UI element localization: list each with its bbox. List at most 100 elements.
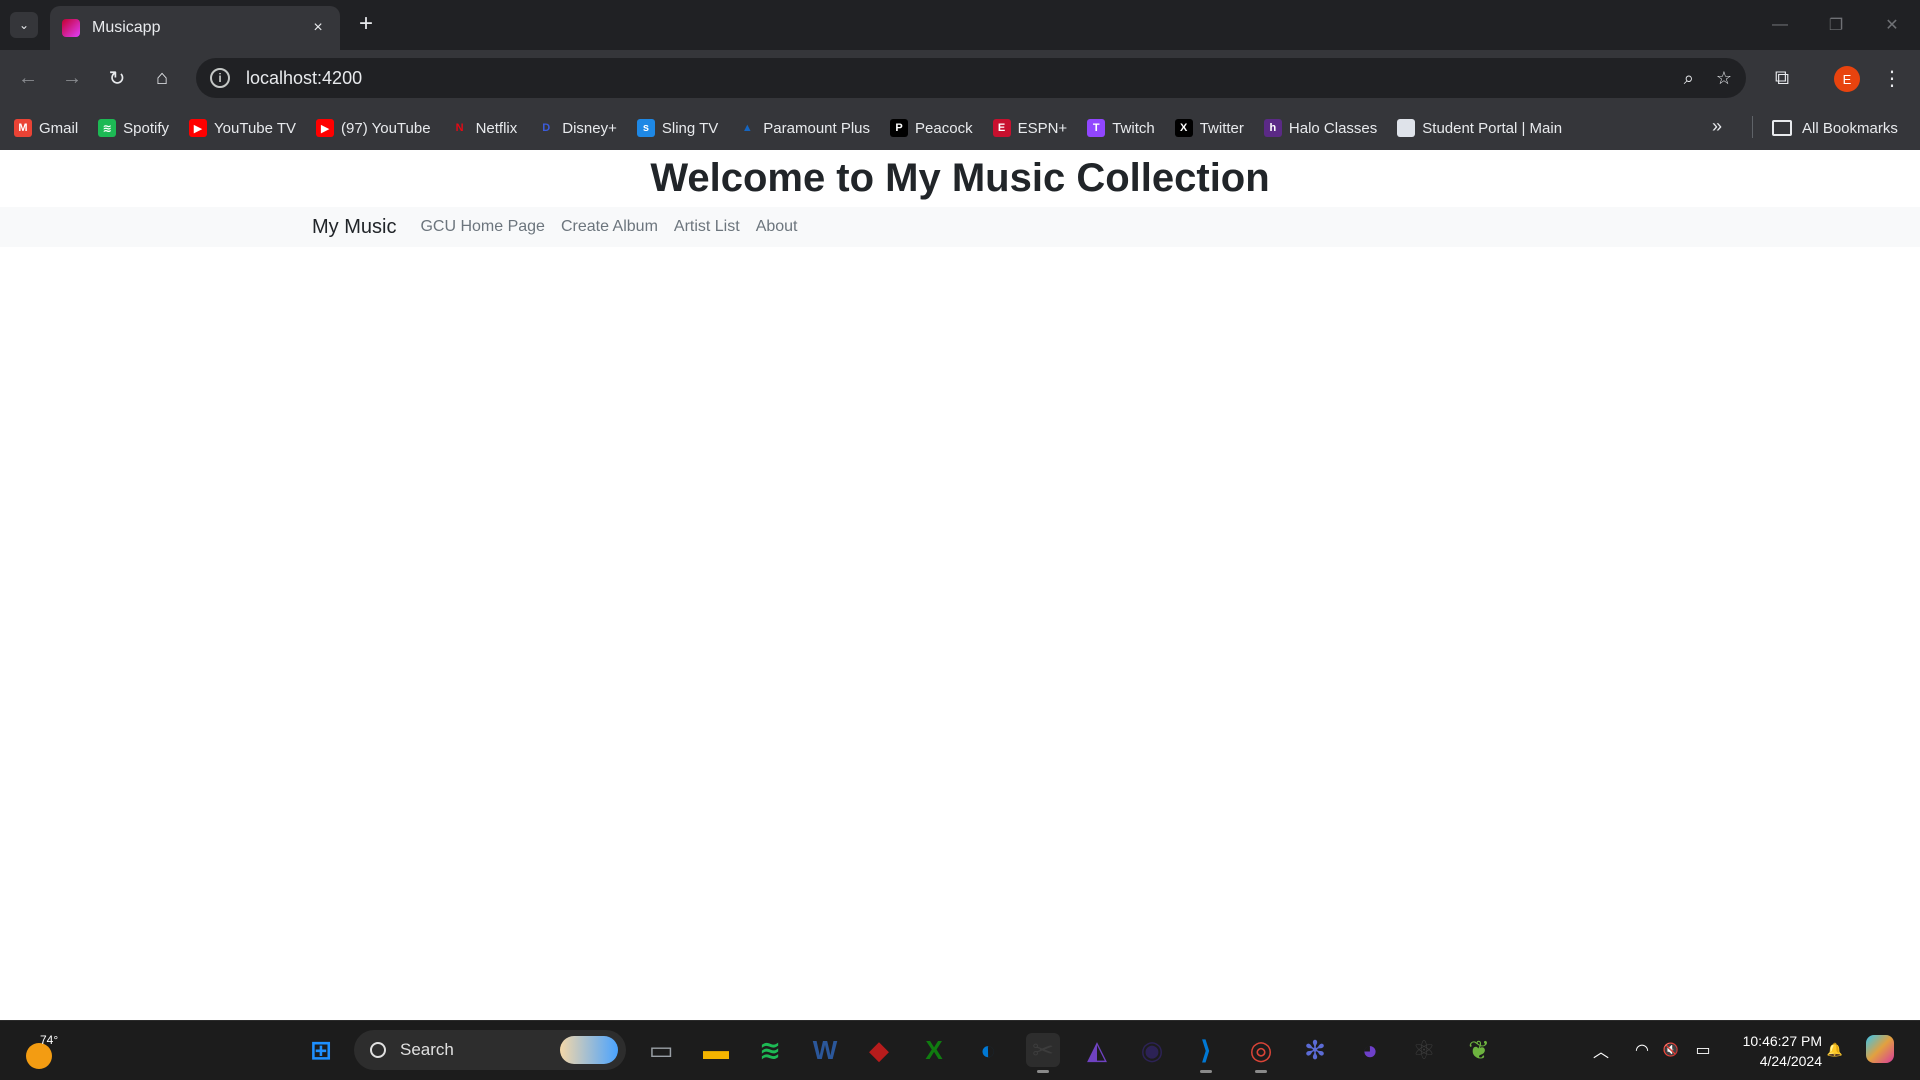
bookmark-item[interactable]: N Netflix [450, 119, 518, 137]
browser-menu-icon[interactable]: ⋮ [1876, 62, 1908, 94]
spotify-icon[interactable]: ≋ [753, 1033, 787, 1067]
taskbar-clock[interactable]: 10:46:27 PM 4/24/2024 [1728, 1031, 1822, 1071]
restore-button[interactable]: ❐ [1808, 0, 1864, 50]
clock-date: 4/24/2024 [1759, 1053, 1822, 1069]
new-tab-button[interactable]: + [352, 10, 380, 38]
minimize-button[interactable]: — [1752, 0, 1808, 50]
search-icon [370, 1042, 386, 1058]
back-icon[interactable]: ← [14, 64, 42, 92]
window-controls: — ❐ ✕ [1752, 0, 1920, 50]
bookmark-label: Twitch [1112, 119, 1155, 137]
vscode-icon[interactable]: ⟩ [1189, 1033, 1223, 1073]
bookmark-item[interactable]: ▲ Paramount Plus [738, 119, 870, 137]
sling-tv-icon: s [636, 119, 655, 137]
spotify-glyph: ≋ [759, 1034, 781, 1065]
url-text[interactable]: localhost:4200 [246, 68, 1684, 89]
bookmark-item[interactable]: ≋ Spotify [98, 119, 169, 137]
eclipse-icon[interactable]: ◉ [1135, 1033, 1169, 1067]
bookmark-star-icon[interactable]: ☆ [1716, 68, 1732, 89]
all-bookmarks-button[interactable]: All Bookmarks [1772, 106, 1898, 150]
bookmark-label: Paramount Plus [763, 119, 871, 137]
wifi-icon[interactable]: ◠ [1629, 1033, 1655, 1067]
bookmarks-divider [1752, 116, 1753, 138]
task-view-icon[interactable]: ▭ [644, 1033, 678, 1067]
bookmark-item[interactable]: E ESPN+ [992, 119, 1068, 137]
forward-icon[interactable]: → [58, 64, 86, 92]
volume-muted-icon[interactable]: 🔇 [1658, 1033, 1684, 1067]
tab-search-icon[interactable]: ⌄ [10, 12, 38, 38]
extensions-icon[interactable]: ⧉ [1766, 62, 1798, 94]
chrome-icon[interactable]: ◎ [1244, 1033, 1278, 1073]
shield-app-glyph: ◐ [980, 1034, 996, 1065]
bookmark-item[interactable]: T Twitch [1087, 119, 1155, 137]
bookmark-item[interactable]: M Gmail [14, 119, 78, 137]
bookmark-item[interactable]: ▶ (97) YouTube [316, 119, 431, 137]
nav-link-artist-list[interactable]: Artist List [674, 218, 740, 236]
reload-icon[interactable]: ↻ [103, 64, 131, 92]
bookmark-item[interactable]: s Sling TV [636, 119, 718, 137]
bookmark-item[interactable]: ▶ YouTube TV [189, 119, 296, 137]
spring-icon[interactable]: ❦ [1462, 1033, 1496, 1067]
file-explorer-icon[interactable]: ▬ [699, 1033, 733, 1067]
vscode-glyph: ⟩ [1200, 1034, 1212, 1065]
bookmark-item[interactable]: X Twitter [1174, 119, 1244, 137]
taskbar-search-label: Search [400, 1040, 454, 1059]
bookmark-item[interactable]: D Disney+ [537, 119, 617, 137]
nav-link-about[interactable]: About [756, 218, 798, 236]
snipping-tool-icon[interactable]: ✂ [1026, 1033, 1060, 1073]
react-app-icon[interactable]: ⚛ [1407, 1033, 1441, 1067]
xbox-icon[interactable]: X [917, 1033, 951, 1067]
word-glyph: W [812, 1034, 838, 1065]
home-icon[interactable]: ⌂ [148, 64, 176, 92]
close-window-button[interactable]: ✕ [1864, 0, 1920, 50]
nav-link-gcu-home[interactable]: GCU Home Page [420, 218, 545, 236]
running-indicator [1037, 1070, 1049, 1073]
weather-temperature: 74° [40, 1033, 59, 1047]
xbox-glyph: X [925, 1034, 943, 1065]
bookmark-label: Twitter [1199, 119, 1244, 137]
game-app-icon[interactable]: ◆ [862, 1033, 896, 1067]
bookmarks-overflow-icon[interactable]: » [1712, 116, 1722, 137]
visual-studio-icon[interactable]: ◭ [1080, 1033, 1114, 1067]
gmail-icon: M [14, 119, 32, 137]
settings-app-icon[interactable]: ✻ [1298, 1033, 1332, 1067]
search-highlight-icon [560, 1036, 618, 1064]
twitch-icon: T [1087, 119, 1106, 137]
start-glyph: ⊞ [310, 1034, 332, 1065]
bookmark-label: ESPN+ [1017, 119, 1068, 137]
taskbar-search[interactable]: Search [354, 1030, 626, 1070]
weather-widget[interactable]: 74° [26, 1033, 60, 1069]
start-icon[interactable]: ⊞ [304, 1033, 338, 1067]
bookmark-item[interactable]: h Halo Classes [1263, 119, 1378, 137]
windows-taskbar: 74° Search ︿ ◠ 🔇 ▭ 10:46:27 PM 4/24/2024… [0, 1020, 1920, 1080]
github-icon[interactable]: ◕ [1353, 1033, 1387, 1067]
clock-time: 10:46:27 PM [1742, 1033, 1822, 1049]
bookmark-label: Netflix [475, 119, 518, 137]
copilot-icon[interactable] [1866, 1035, 1894, 1063]
tab-close-icon[interactable]: × [308, 19, 328, 37]
tab-title: Musicapp [92, 19, 161, 36]
show-hidden-icons-chevron-icon[interactable]: ︿ [1588, 1033, 1614, 1067]
notification-bell-icon[interactable]: 🔔 [1822, 1033, 1848, 1067]
word-icon[interactable]: W [808, 1033, 842, 1067]
tab-musicapp[interactable]: Musicapp × [50, 6, 340, 50]
zoom-icon[interactable]: ⌕ [1684, 68, 1694, 89]
student-portal-icon [1397, 119, 1416, 137]
bookmark-item[interactable]: Student Portal | Main [1397, 119, 1562, 137]
address-bar[interactable]: i localhost:4200 ⌕ ☆ [196, 58, 1746, 98]
site-info-icon[interactable]: i [210, 68, 230, 88]
bookmark-item[interactable]: P Peacock [890, 119, 973, 137]
navbar-brand[interactable]: My Music [312, 216, 396, 239]
running-indicator [1200, 1070, 1212, 1073]
running-indicator [1255, 1070, 1267, 1073]
task-view-glyph: ▭ [648, 1034, 674, 1065]
battery-icon[interactable]: ▭ [1690, 1033, 1716, 1067]
bookmark-label: Halo Classes [1288, 119, 1378, 137]
nav-link-create-album[interactable]: Create Album [561, 218, 658, 236]
paramount-plus-icon: ▲ [738, 119, 757, 137]
chrome-glyph: ◎ [1249, 1034, 1273, 1065]
bookmark-label: YouTube TV [214, 119, 297, 137]
profile-avatar[interactable]: E [1834, 66, 1860, 92]
visual-studio-glyph: ◭ [1087, 1034, 1107, 1065]
shield-app-icon[interactable]: ◐ [971, 1033, 1005, 1067]
